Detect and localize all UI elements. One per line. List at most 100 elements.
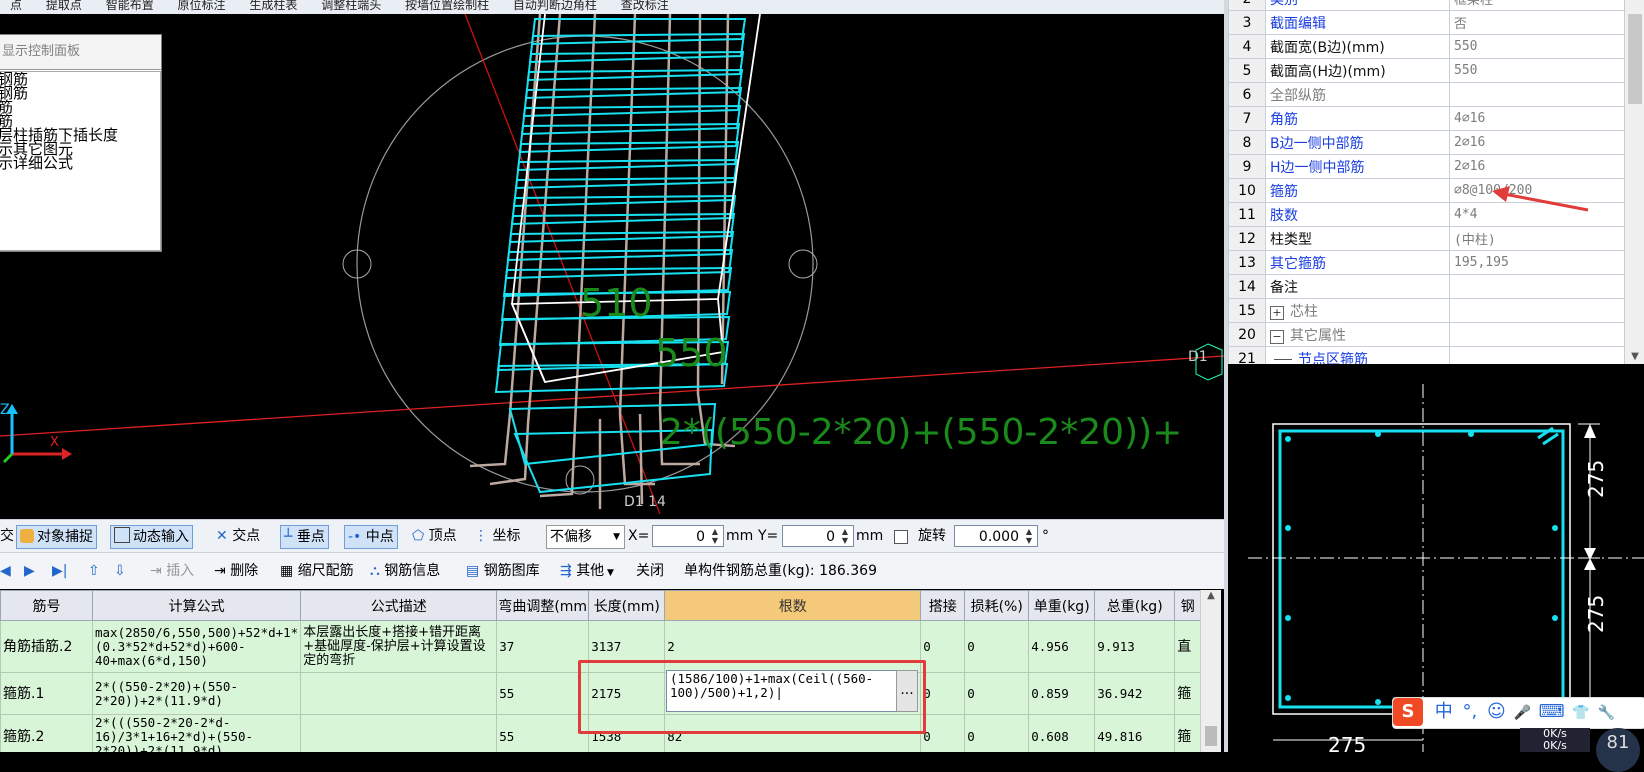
cell-name[interactable]: 箍筋.2	[0, 714, 93, 752]
cell-unit-weight[interactable]: 0.859	[1028, 672, 1096, 715]
col-header-loss[interactable]: 损耗(%)	[964, 590, 1030, 621]
property-row[interactable]: 3 截面编辑否	[1228, 10, 1634, 35]
rebar-info-button[interactable]: ⛬ 钢筋信息	[370, 560, 440, 582]
performance-badge[interactable]: 81	[1596, 728, 1640, 772]
cell-bend[interactable]: 55	[496, 714, 590, 752]
property-row[interactable]: 21 节点区箍筋	[1228, 346, 1634, 364]
toolbar-item-extract-point[interactable]: 提取点	[46, 0, 82, 12]
toolbar-item-column-table[interactable]: 生成柱表	[249, 0, 297, 12]
property-row[interactable]: 20− 其它属性	[1228, 322, 1634, 347]
cell-name[interactable]: 角筋插筋.2	[0, 620, 93, 673]
property-row[interactable]: 4 截面宽(B边)(mm) 550	[1228, 34, 1634, 59]
y-spinner[interactable]: ▲ ▼	[838, 527, 852, 545]
last-page-icon[interactable]: ▶|	[52, 560, 67, 582]
scroll-thumb[interactable]	[1205, 726, 1217, 746]
cell-loss[interactable]: 0	[964, 620, 1030, 673]
property-value[interactable]	[1449, 274, 1634, 299]
property-value[interactable]: 4⌀16	[1449, 106, 1634, 131]
property-row[interactable]: 9 H边一侧中部筋 2⌀16	[1228, 154, 1634, 179]
display-option[interactable]: 钢筋	[0, 86, 160, 101]
cell-total-weight[interactable]: 9.913	[1094, 620, 1176, 673]
cell-unit-weight[interactable]: 0.608	[1028, 714, 1096, 752]
property-value[interactable]	[1449, 298, 1634, 323]
col-header-lap[interactable]: 搭接	[920, 590, 966, 621]
toolbar-item-adjust-column-end[interactable]: 调整柱端头	[321, 0, 381, 12]
property-value[interactable]: 框架柱	[1449, 0, 1634, 11]
ime-emoji-icon[interactable]: ☺	[1487, 701, 1506, 722]
3d-viewport[interactable]: 510 550 2*((550-2*20)+(550-2*20))+ D1 D1…	[0, 14, 1224, 517]
rotate-spinner[interactable]: ▲ ▼	[1022, 527, 1036, 545]
property-row[interactable]: 12 柱类型 (中柱)	[1228, 226, 1634, 251]
ime-skin-icon[interactable]: 👕	[1572, 705, 1589, 721]
cell-type[interactable]: 直	[1174, 620, 1202, 673]
property-row[interactable]: 15 + 芯柱	[1228, 298, 1634, 323]
y-coordinate-input[interactable]: 0 ▲ ▼	[782, 525, 854, 547]
snap-intersect-partial[interactable]: 交	[0, 525, 14, 547]
display-control-panel[interactable]: 显示控制面板 钢筋 钢筋 筋 筋 层柱插筋下插长度 示其它图元 示详细公式	[0, 34, 162, 252]
property-row[interactable]: 5 截面高(H边)(mm) 550	[1228, 58, 1634, 83]
property-row[interactable]: 8 B边一侧中部筋 2⌀16	[1228, 130, 1634, 155]
property-value[interactable]: 2⌀16	[1449, 130, 1634, 155]
delete-button[interactable]: ⇥ 删除	[214, 560, 258, 582]
scale-rebar-button[interactable]: ▦ 缩尺配筋	[280, 560, 354, 582]
expand-icon[interactable]: +	[1270, 305, 1284, 320]
property-value[interactable]: 195,195	[1449, 250, 1634, 275]
move-down-icon[interactable]: ⇩	[114, 560, 126, 582]
toolbar-item-edge-corner[interactable]: 自动判断边角柱	[513, 0, 597, 12]
col-header-formula[interactable]: 计算公式	[91, 590, 302, 621]
collapse-icon[interactable]: −	[1270, 329, 1284, 344]
toolbar-item-draw-by-wall[interactable]: 按墙位置绘制柱	[405, 0, 489, 12]
rebar-library-button[interactable]: ▤ 钢筋图库	[466, 560, 540, 582]
cell-lap[interactable]: 0	[920, 714, 966, 752]
col-header-unit-weight[interactable]: 单重(kg)	[1028, 590, 1096, 621]
property-value[interactable]: 2⌀16	[1449, 154, 1634, 179]
ime-voice-icon[interactable]: 🎤	[1513, 705, 1530, 721]
ime-punctuation[interactable]: °,	[1462, 701, 1477, 722]
display-option[interactable]: 筋	[0, 100, 160, 115]
col-header-type[interactable]: 钢	[1174, 590, 1202, 621]
intersect-button[interactable]: ✕ 交点	[216, 525, 260, 547]
cell-lap[interactable]: 0	[920, 672, 966, 715]
toolbar-item-check-label[interactable]: 查改标注	[621, 0, 669, 12]
cell-loss[interactable]: 0	[964, 672, 1030, 715]
cell-total-weight[interactable]: 49.816	[1094, 714, 1176, 752]
property-value[interactable]: 550	[1449, 58, 1634, 83]
cell-description[interactable]: 本层露出长度+搭接+错开距离+基础厚度-保护层+计算设置设定的弯折	[300, 620, 498, 673]
offset-select[interactable]: 不偏移 ▼	[546, 525, 625, 549]
property-value[interactable]: (中柱)	[1449, 226, 1634, 251]
object-snap-button[interactable]: 对象捕捉	[16, 525, 97, 549]
toolbar-item-point[interactable]: 点	[10, 0, 22, 12]
toolbar-item-smart-place[interactable]: 智能布置	[106, 0, 154, 12]
x-spinner[interactable]: ▲ ▼	[708, 527, 722, 545]
cell-formula[interactable]: 2*(((550-2*20-2*d-16)/3*1+16+2*d)+(550-2…	[91, 714, 302, 752]
insert-button[interactable]: ⇥ 插入	[150, 560, 194, 582]
rotate-input[interactable]: 0.000 ▲ ▼	[954, 525, 1038, 547]
property-scrollbar[interactable]: ▼	[1624, 0, 1644, 364]
property-row[interactable]: 6 全部纵筋	[1228, 82, 1634, 107]
cell-type[interactable]: 箍	[1174, 672, 1202, 715]
ime-toolbar[interactable]: S 中 °, ☺ 🎤 ⌨ 👕 🔧	[1392, 697, 1644, 729]
col-header-bar-no[interactable]: 筋号	[0, 590, 93, 621]
perpendicular-button[interactable]: ┴ 垂点	[280, 525, 329, 549]
cell-formula[interactable]: max(2850/6,550,500)+52*d+1*(0.3*52*d+52*…	[91, 620, 302, 673]
cell-loss[interactable]: 0	[964, 714, 1030, 752]
property-value[interactable]	[1449, 322, 1634, 347]
first-page-icon[interactable]: ◀	[0, 560, 11, 582]
col-header-bend[interactable]: 弯曲调整(mm	[496, 590, 590, 621]
property-row[interactable]: 2类别框架柱	[1228, 0, 1634, 11]
dynamic-input-button[interactable]: 动态输入	[110, 525, 193, 549]
cell-name[interactable]: 箍筋.1	[0, 672, 93, 715]
property-value[interactable]: 550	[1449, 34, 1634, 59]
property-row[interactable]: 14 备注	[1228, 274, 1634, 299]
cell-formula[interactable]: 2*((550-2*20)+(550-2*20))+2*(11.9*d)	[91, 672, 302, 715]
cell-bend[interactable]: 55	[496, 672, 590, 715]
vertex-button[interactable]: ⬠ 顶点	[412, 525, 457, 547]
col-header-count[interactable]: 根数	[664, 590, 922, 621]
cell-unit-weight[interactable]: 4.956	[1028, 620, 1096, 673]
col-header-description[interactable]: 公式描述	[300, 590, 498, 621]
scroll-thumb[interactable]	[1628, 14, 1642, 104]
property-value[interactable]	[1449, 346, 1634, 364]
ime-tools-icon[interactable]: 🔧	[1598, 705, 1615, 721]
move-up-icon[interactable]: ⇧	[88, 560, 100, 582]
close-button[interactable]: 关闭	[636, 560, 664, 582]
